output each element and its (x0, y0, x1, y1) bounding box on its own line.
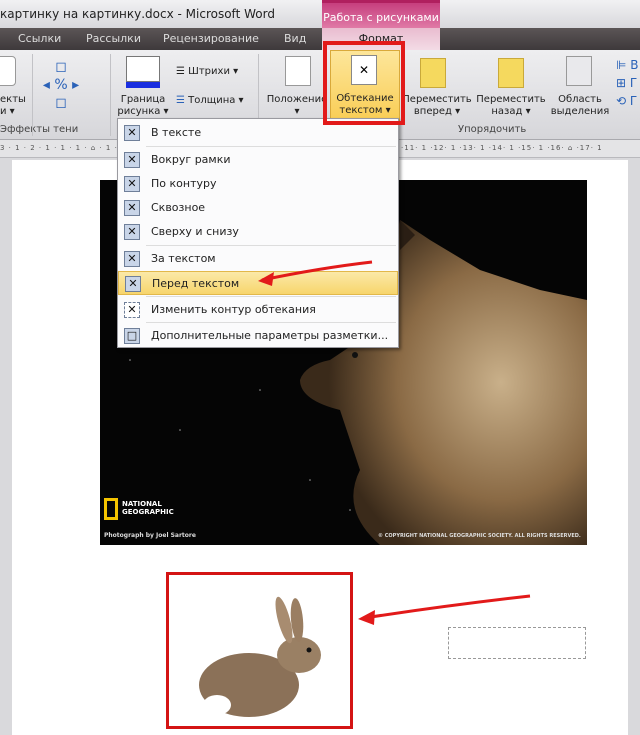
bring-forward-icon (420, 58, 446, 88)
selection-pane-icon (566, 56, 592, 86)
menu-item-tight[interactable]: ✕ По контуру (118, 172, 398, 196)
wrap-through-icon: ✕ (124, 200, 140, 216)
natgeo-logo-frame (104, 498, 118, 520)
title-bar: картинку на картинку.docx - Microsoft Wo… (0, 0, 640, 28)
nudge-shadow-icons[interactable]: ◻ ◂ % ▸ ◻ (40, 58, 82, 114)
send-backward-button[interactable]: Переместить назад ▾ (476, 94, 546, 118)
weight-icon: ☰ (176, 95, 189, 106)
layout-options-icon: □ (124, 328, 140, 344)
shadow-effects-button[interactable]: екты и ▾ (0, 94, 26, 118)
context-tab-picture-tools: Работа с рисунками (322, 0, 440, 28)
border-color-swatch (126, 82, 160, 88)
pencil-icon (126, 56, 160, 82)
shadow-effects-icon (0, 56, 16, 86)
menu-item-top-bottom[interactable]: ✕ Сверху и снизу (118, 220, 398, 244)
edit-wrap-points-icon: ✕ (124, 302, 140, 318)
wrap-top-bottom-icon: ✕ (124, 224, 140, 240)
send-backward-icon (498, 58, 524, 88)
tab-mailings[interactable]: Рассылки (86, 32, 141, 45)
group-label-shadow: Эффекты тени (0, 124, 79, 135)
menu-item-edit-wrap-points[interactable]: ✕ Изменить контур обтекания (118, 298, 398, 322)
wrap-behind-icon: ✕ (124, 251, 140, 267)
wrap-text-dropdown: ✕ В тексте ✕ Вокруг рамки ✕ По контуру ✕ Скв… (117, 118, 399, 348)
window-title: картинку на картинку.docx - Microsoft Wo… (0, 7, 275, 21)
rabbit-picture[interactable] (166, 572, 353, 729)
tab-references[interactable]: Ссылки (18, 32, 61, 45)
picture-border-button[interactable]: Граница рисунка ▾ (114, 94, 172, 118)
menu-item-behind-text[interactable]: ✕ За текстом (118, 247, 398, 271)
position-button[interactable]: Положение ▾ (264, 94, 330, 118)
photo-credit: Photograph by Joel Sartore (104, 532, 196, 539)
menu-item-square[interactable]: ✕ Вокруг рамки (118, 148, 398, 172)
wrap-square-icon: ✕ (124, 152, 140, 168)
wrap-inline-icon: ✕ (124, 125, 140, 141)
ribbon-tabs: Ссылки Рассылки Рецензирование Вид (0, 28, 640, 50)
bring-forward-button[interactable]: Переместить вперед ▾ (402, 94, 472, 118)
rabbit-illustration (199, 596, 321, 717)
weight-button[interactable]: ☰ Толщина ▾ (176, 95, 244, 107)
text-box-placeholder[interactable] (448, 627, 586, 659)
wrap-tight-icon: ✕ (124, 176, 140, 192)
tab-view[interactable]: Вид (284, 32, 306, 45)
menu-item-more-layout-options[interactable]: □ Дополнительные параметры разметки... (118, 324, 398, 348)
position-icon (285, 56, 311, 86)
natgeo-logo-text: NATIONAL GEOGRAPHIC (122, 500, 174, 516)
menu-item-in-front-of-text[interactable]: ✕ Перед текстом (118, 271, 398, 295)
align-group-icons[interactable]: ⊫ B ⊞ Г ⟲ Г (616, 56, 639, 110)
photo-copyright: © COPYRIGHT NATIONAL GEOGRAPHIC SOCIETY.… (378, 533, 581, 539)
menu-item-through[interactable]: ✕ Сквозное (118, 196, 398, 220)
wrap-button-highlight-box (323, 41, 405, 125)
wrap-front-icon: ✕ (125, 276, 141, 292)
tab-review[interactable]: Рецензирование (163, 32, 259, 45)
dashes-icon: ☰ (176, 66, 189, 77)
group-label-arrange: Упорядочить (458, 124, 527, 135)
dashes-button[interactable]: ☰ Штрихи ▾ (176, 66, 238, 78)
selection-pane-button[interactable]: Область выделения (550, 94, 610, 118)
